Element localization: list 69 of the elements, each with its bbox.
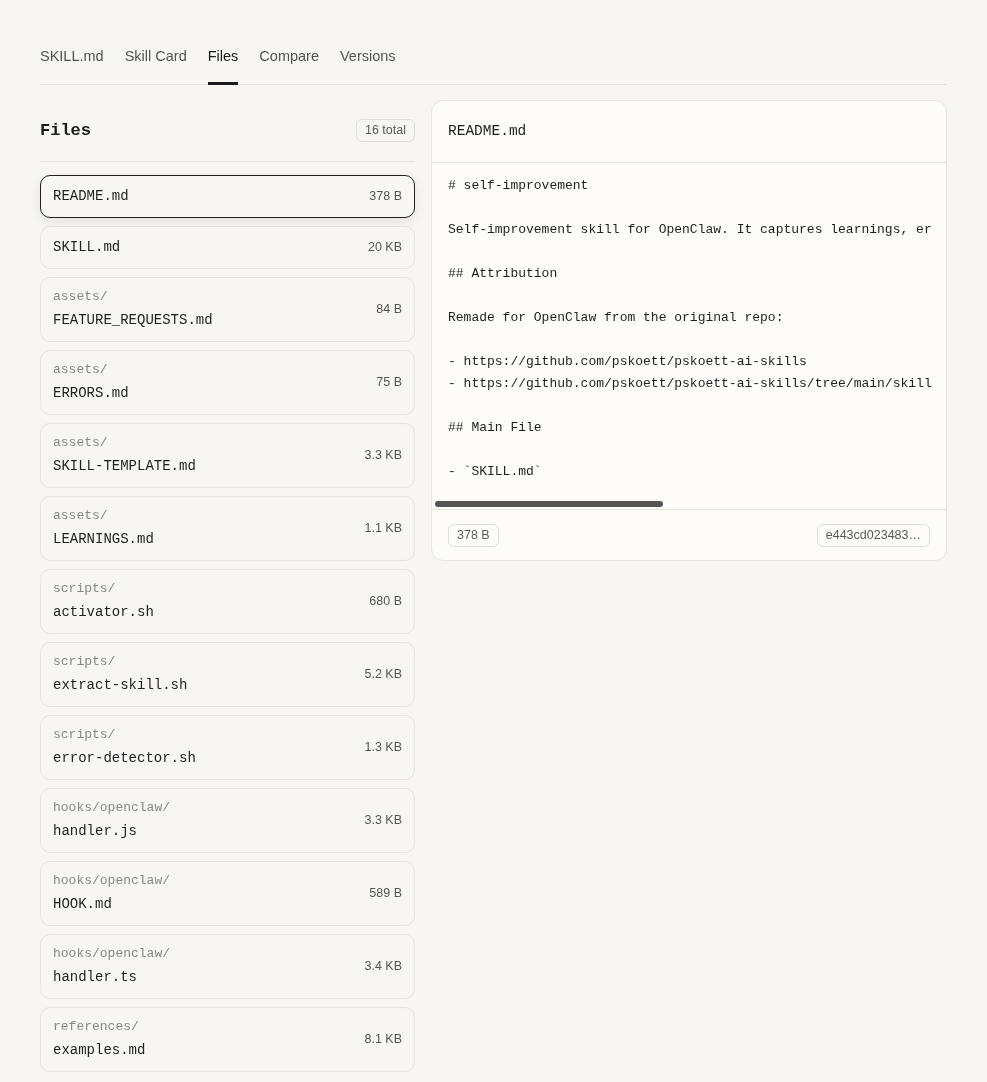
file-name: SKILL-TEMPLATE.md <box>53 457 196 476</box>
preview-filename: README.md <box>448 121 527 141</box>
file-size-badge: 378 B <box>448 523 499 547</box>
code-line: ## Attribution <box>448 265 559 283</box>
file-list-item[interactable]: scripts/ extract-skill.sh 5.2 KB <box>40 642 415 707</box>
file-size: 1.3 KB <box>364 739 402 757</box>
folder-path: hooks/openclaw/ <box>53 945 171 963</box>
file-name: HOOK.md <box>53 895 113 914</box>
tab[interactable]: SKILL.md <box>40 46 104 85</box>
file-name: examples.md <box>53 1041 146 1060</box>
file-name: FEATURE_REQUESTS.md <box>53 311 213 330</box>
tab[interactable]: Versions <box>340 46 396 85</box>
file-list-item[interactable]: scripts/ activator.sh 680 B <box>40 569 415 634</box>
file-size: 680 B <box>369 593 402 611</box>
code-line: # self-improvement <box>448 177 590 195</box>
folder-path: hooks/openclaw/ <box>53 799 171 817</box>
file-name: handler.js <box>53 822 138 841</box>
tab[interactable]: Files <box>207 46 239 85</box>
file-size: 3.3 KB <box>364 447 402 465</box>
code-line: ## Main File <box>448 419 543 437</box>
folder-path: assets/ <box>53 507 109 525</box>
code-line: - https://github.com/pskoett/pskoett-ai-skills <box>448 353 808 371</box>
tab[interactable]: Skill Card <box>124 46 187 85</box>
folder-path: assets/ <box>53 361 109 379</box>
file-list-item[interactable]: assets/ ERRORS.md 75 B <box>40 350 415 415</box>
file-hash-badge: e443cd023483… <box>816 523 930 547</box>
files-heading: Files <box>40 119 91 142</box>
file-name: handler.ts <box>53 968 138 987</box>
file-size: 75 B <box>376 374 402 392</box>
file-name: activator.sh <box>53 603 154 622</box>
code-line: Self-improvement skill for OpenClaw. It captures learnings, er <box>448 221 930 239</box>
folder-path: hooks/openclaw/ <box>53 872 171 890</box>
file-list-item[interactable]: hooks/openclaw/ handler.ts 3.4 KB <box>40 934 415 999</box>
file-list-item[interactable]: hooks/openclaw/ HOOK.md 589 B <box>40 861 415 926</box>
file-count-badge: 16 total <box>356 119 415 142</box>
file-size: 3.3 KB <box>364 812 402 830</box>
code-line: Remade for OpenClaw from the original repo: <box>448 309 785 327</box>
file-name: extract-skill.sh <box>53 676 188 695</box>
file-size: 5.2 KB <box>364 666 402 684</box>
folder-path: scripts/ <box>53 726 117 744</box>
folder-path: assets/ <box>53 288 109 306</box>
file-list-item[interactable]: README.md 378 B <box>40 175 415 218</box>
folder-path: scripts/ <box>53 653 117 671</box>
file-size: 20 KB <box>367 239 402 257</box>
file-list-item[interactable]: hooks/openclaw/ handler.js 3.3 KB <box>40 788 415 853</box>
folder-path: scripts/ <box>53 580 117 598</box>
file-size: 84 B <box>376 301 402 319</box>
file-size: 3.4 KB <box>364 958 402 976</box>
code-line: - https://github.com/pskoett/pskoett-ai-skills/tree/main/skill <box>448 375 930 393</box>
file-list-item[interactable]: assets/ FEATURE_REQUESTS.md 84 B <box>40 277 415 342</box>
file-name: ERRORS.md <box>53 384 129 403</box>
file-size: 589 B <box>369 885 402 903</box>
file-name: SKILL.md <box>53 238 121 257</box>
file-size: 1.1 KB <box>364 520 402 538</box>
scrollbar-thumb[interactable] <box>435 501 663 507</box>
file-list-item[interactable]: scripts/ error-detector.sh 1.3 KB <box>40 715 415 780</box>
file-size: 378 B <box>369 188 402 206</box>
folder-path: references/ <box>53 1018 140 1036</box>
file-name: README.md <box>53 187 129 206</box>
file-size: 8.1 KB <box>364 1031 402 1049</box>
file-list-item[interactable]: assets/ LEARNINGS.md 1.1 KB <box>40 496 415 561</box>
file-name: error-detector.sh <box>53 749 196 768</box>
file-name: LEARNINGS.md <box>53 530 154 549</box>
file-list-item[interactable]: references/ examples.md 8.1 KB <box>40 1007 415 1072</box>
code-line: - `SKILL.md` <box>448 463 543 481</box>
file-list-item[interactable]: assets/ SKILL-TEMPLATE.md 3.3 KB <box>40 423 415 488</box>
file-list-item[interactable]: SKILL.md 20 KB <box>40 226 415 269</box>
folder-path: assets/ <box>53 434 109 452</box>
tab[interactable]: Compare <box>259 46 319 85</box>
